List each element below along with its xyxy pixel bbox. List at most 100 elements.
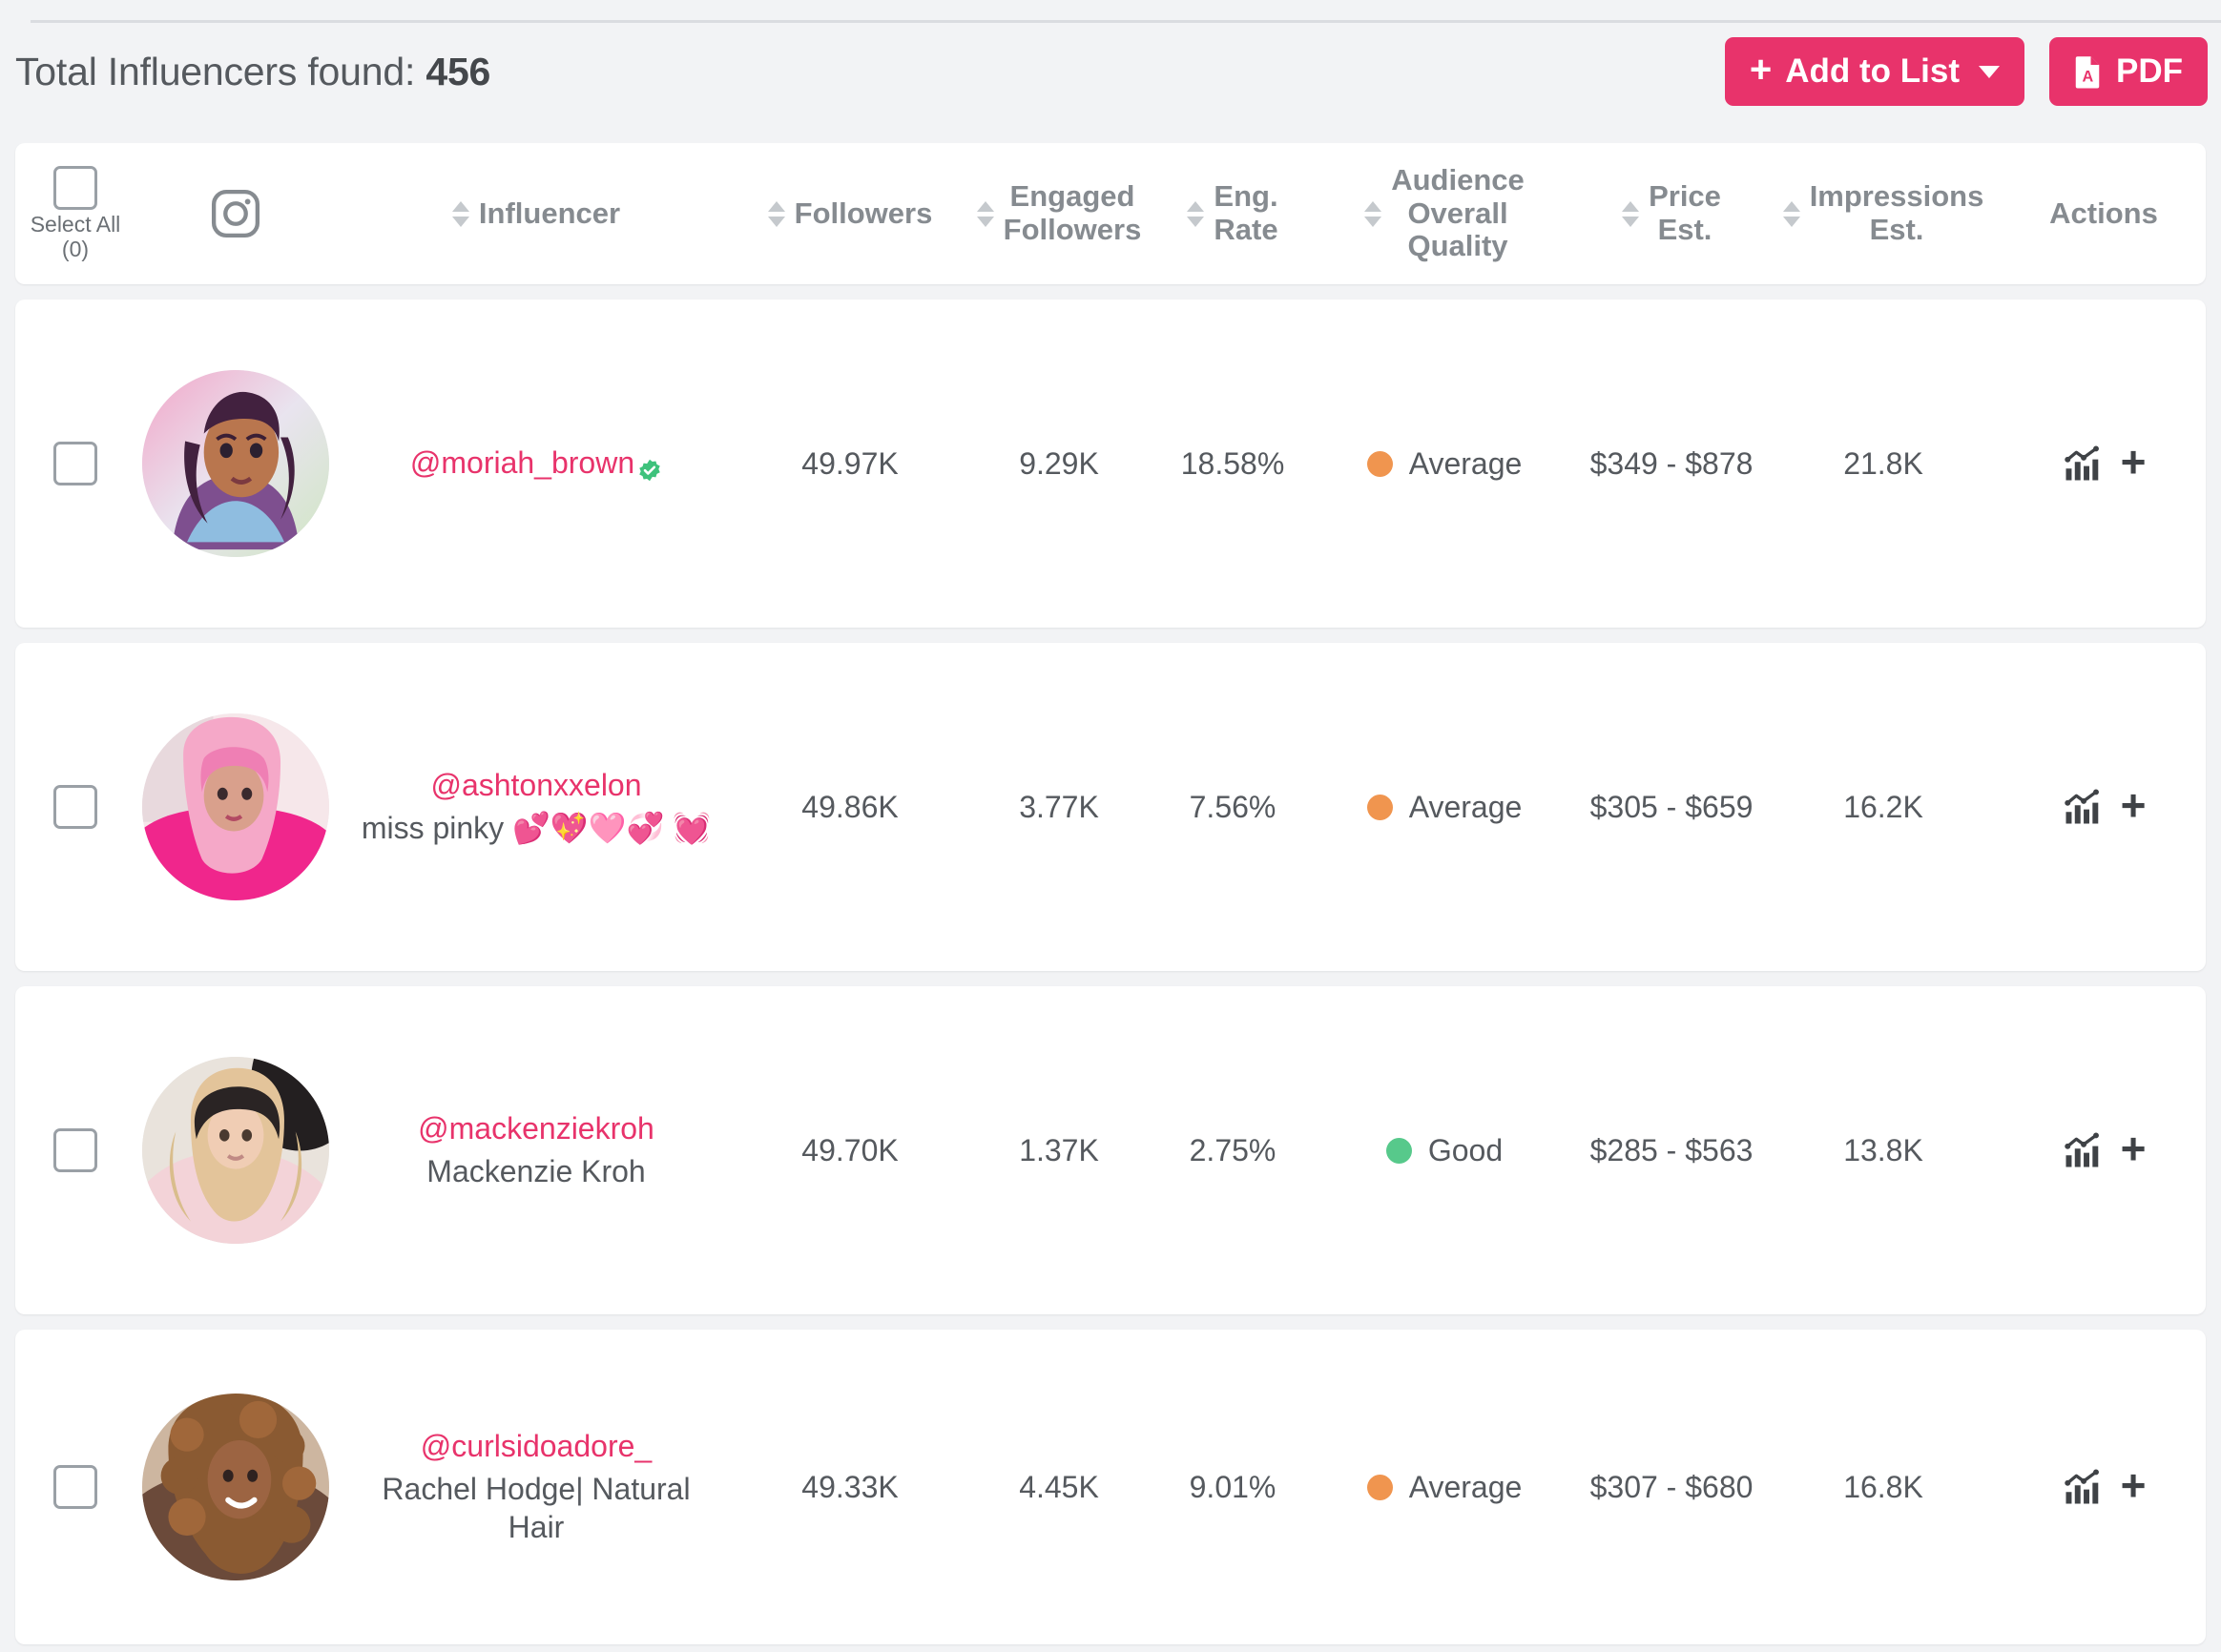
influencer-handle: @curlsidoadore_ bbox=[420, 1429, 653, 1464]
avatar-cell bbox=[135, 1330, 336, 1644]
engaged-followers-value: 1.37K bbox=[1019, 1132, 1099, 1167]
column-header-influencer[interactable]: Influencer bbox=[336, 143, 737, 284]
select-all-checkbox[interactable] bbox=[53, 165, 97, 210]
eng-rate-value: 18.58% bbox=[1180, 445, 1285, 481]
followers-value: 49.86K bbox=[801, 789, 899, 824]
pdf-label: PDF bbox=[2116, 52, 2183, 90]
impressions-est-value: 16.8K bbox=[1843, 1469, 1923, 1504]
sort-icon bbox=[1622, 200, 1640, 227]
avatar bbox=[142, 713, 329, 900]
avatar bbox=[142, 370, 329, 557]
analytics-chart-icon[interactable] bbox=[2062, 787, 2104, 827]
table-row[interactable]: @curlsidoadore_ Rachel Hodge| Natural Ha… bbox=[15, 1330, 2206, 1644]
influencer-display-name: Rachel Hodge| Natural Hair bbox=[382, 1472, 691, 1544]
column-header-price-est-label: Price Est. bbox=[1649, 179, 1721, 246]
actions-cell: + bbox=[2002, 1330, 2206, 1644]
column-header-followers[interactable]: Followers bbox=[737, 143, 964, 284]
column-header-eng-rate[interactable]: Eng. Rate bbox=[1154, 143, 1311, 284]
analytics-chart-icon[interactable] bbox=[2062, 1467, 2104, 1507]
influencer-handle-link[interactable]: @ashtonxxelon bbox=[430, 767, 641, 804]
sort-icon bbox=[1782, 200, 1800, 227]
actions-cell: + bbox=[2002, 643, 2206, 971]
select-all-label: Select All (0) bbox=[30, 211, 121, 261]
platform-column-header bbox=[135, 143, 336, 284]
column-header-engaged-followers[interactable]: Engaged Followers bbox=[964, 143, 1154, 284]
eng-rate-value: 2.75% bbox=[1189, 1132, 1277, 1167]
column-header-actions-label: Actions bbox=[2049, 196, 2158, 230]
column-header-engaged-followers-label: Engaged Followers bbox=[1003, 179, 1142, 246]
select-all-cell: Select All (0) bbox=[15, 143, 135, 284]
row-checkbox[interactable] bbox=[53, 442, 97, 485]
add-influencer-icon[interactable]: + bbox=[2121, 783, 2147, 827]
influencer-handle: @moriah_brown bbox=[409, 445, 635, 481]
table-row[interactable]: @ashtonxxelon miss pinky 💕💖🩷💞 💓 49.86K 3… bbox=[15, 643, 2206, 971]
chevron-down-icon bbox=[1979, 65, 2000, 78]
price-est-value: $305 - $659 bbox=[1589, 789, 1754, 824]
column-header-price-est[interactable]: Price Est. bbox=[1578, 143, 1765, 284]
quality-status-dot bbox=[1385, 1137, 1412, 1164]
audience-quality-cell: Average bbox=[1311, 1330, 1578, 1644]
influencer-display-name: miss pinky 💕💖🩷💞 💓 bbox=[361, 811, 712, 845]
analytics-chart-icon[interactable] bbox=[2062, 444, 2104, 484]
table-row[interactable]: @moriah_brown 49.97K 9.29K 18.58% Averag… bbox=[15, 299, 2206, 628]
influencer-cell: @mackenziekroh Mackenzie Kroh bbox=[336, 986, 737, 1314]
column-header-audience-quality[interactable]: Audience Overall Quality bbox=[1311, 143, 1578, 284]
eng-rate-value: 7.56% bbox=[1189, 789, 1277, 824]
sort-icon bbox=[767, 200, 785, 227]
quality-label: Good bbox=[1427, 1132, 1504, 1167]
avatar bbox=[142, 1394, 329, 1580]
actions-cell: + bbox=[2002, 299, 2206, 628]
total-influencers-count: 456 bbox=[426, 49, 491, 93]
avatar bbox=[142, 1057, 329, 1244]
price-est-value: $307 - $680 bbox=[1589, 1469, 1754, 1504]
engaged-followers-value: 9.29K bbox=[1019, 445, 1099, 481]
quality-label: Average bbox=[1408, 789, 1523, 824]
influencer-handle: @ashtonxxelon bbox=[430, 767, 642, 802]
audience-quality-cell: Average bbox=[1311, 299, 1578, 628]
audience-quality-cell: Good bbox=[1311, 986, 1578, 1314]
influencer-handle-link[interactable]: @curlsidoadore_ bbox=[421, 1428, 652, 1465]
price-est-value: $349 - $878 bbox=[1589, 445, 1754, 481]
total-influencers-heading: Total Influencers found: 456 bbox=[15, 50, 490, 94]
instagram-icon bbox=[209, 187, 262, 240]
column-header-actions: Actions bbox=[2002, 143, 2206, 284]
svg-text:A: A bbox=[2083, 69, 2094, 86]
add-to-list-button[interactable]: + Add to List bbox=[1724, 37, 2024, 106]
quality-status-dot bbox=[1366, 450, 1393, 477]
engaged-followers-value: 4.45K bbox=[1019, 1469, 1099, 1504]
impressions-est-value: 13.8K bbox=[1843, 1132, 1923, 1167]
influencer-cell: @moriah_brown bbox=[336, 299, 737, 628]
sort-icon bbox=[976, 200, 994, 227]
audience-quality-cell: Average bbox=[1311, 643, 1578, 971]
influencer-handle-link[interactable]: @moriah_brown bbox=[410, 444, 662, 482]
avatar-cell bbox=[135, 643, 336, 971]
row-checkbox[interactable] bbox=[53, 785, 97, 829]
influencer-cell: @ashtonxxelon miss pinky 💕💖🩷💞 💓 bbox=[336, 643, 737, 971]
analytics-chart-icon[interactable] bbox=[2062, 1130, 2104, 1170]
impressions-est-value: 16.2K bbox=[1843, 789, 1923, 824]
add-influencer-icon[interactable]: + bbox=[2121, 1463, 2147, 1507]
row-select-cell bbox=[15, 986, 135, 1314]
column-header-eng-rate-label: Eng. Rate bbox=[1214, 179, 1278, 246]
add-influencer-icon[interactable]: + bbox=[2121, 1126, 2147, 1170]
export-pdf-button[interactable]: A PDF bbox=[2049, 37, 2208, 106]
influencer-search-results-page: Total Influencers found: 456 + Add to Li… bbox=[0, 0, 2221, 1652]
plus-icon: + bbox=[1749, 49, 1773, 91]
engaged-followers-value: 3.77K bbox=[1019, 789, 1099, 824]
avatar-cell bbox=[135, 986, 336, 1314]
column-header-impressions-est[interactable]: Impressions Est. bbox=[1765, 143, 2002, 284]
influencer-display-name: Mackenzie Kroh bbox=[426, 1154, 646, 1188]
followers-value: 49.97K bbox=[801, 445, 899, 481]
quality-label: Average bbox=[1408, 1469, 1523, 1504]
sort-icon bbox=[1364, 200, 1382, 227]
quality-status-dot bbox=[1366, 794, 1393, 820]
verified-badge-icon bbox=[637, 454, 662, 482]
price-est-value: $285 - $563 bbox=[1589, 1132, 1754, 1167]
row-checkbox[interactable] bbox=[53, 1465, 97, 1509]
influencer-handle-link[interactable]: @mackenziekroh bbox=[418, 1110, 654, 1147]
row-checkbox[interactable] bbox=[53, 1128, 97, 1172]
influencer-handle: @mackenziekroh bbox=[418, 1110, 654, 1146]
table-row[interactable]: @mackenziekroh Mackenzie Kroh 49.70K 1.3… bbox=[15, 986, 2206, 1314]
add-influencer-icon[interactable]: + bbox=[2121, 440, 2147, 484]
quality-status-dot bbox=[1366, 1474, 1393, 1500]
